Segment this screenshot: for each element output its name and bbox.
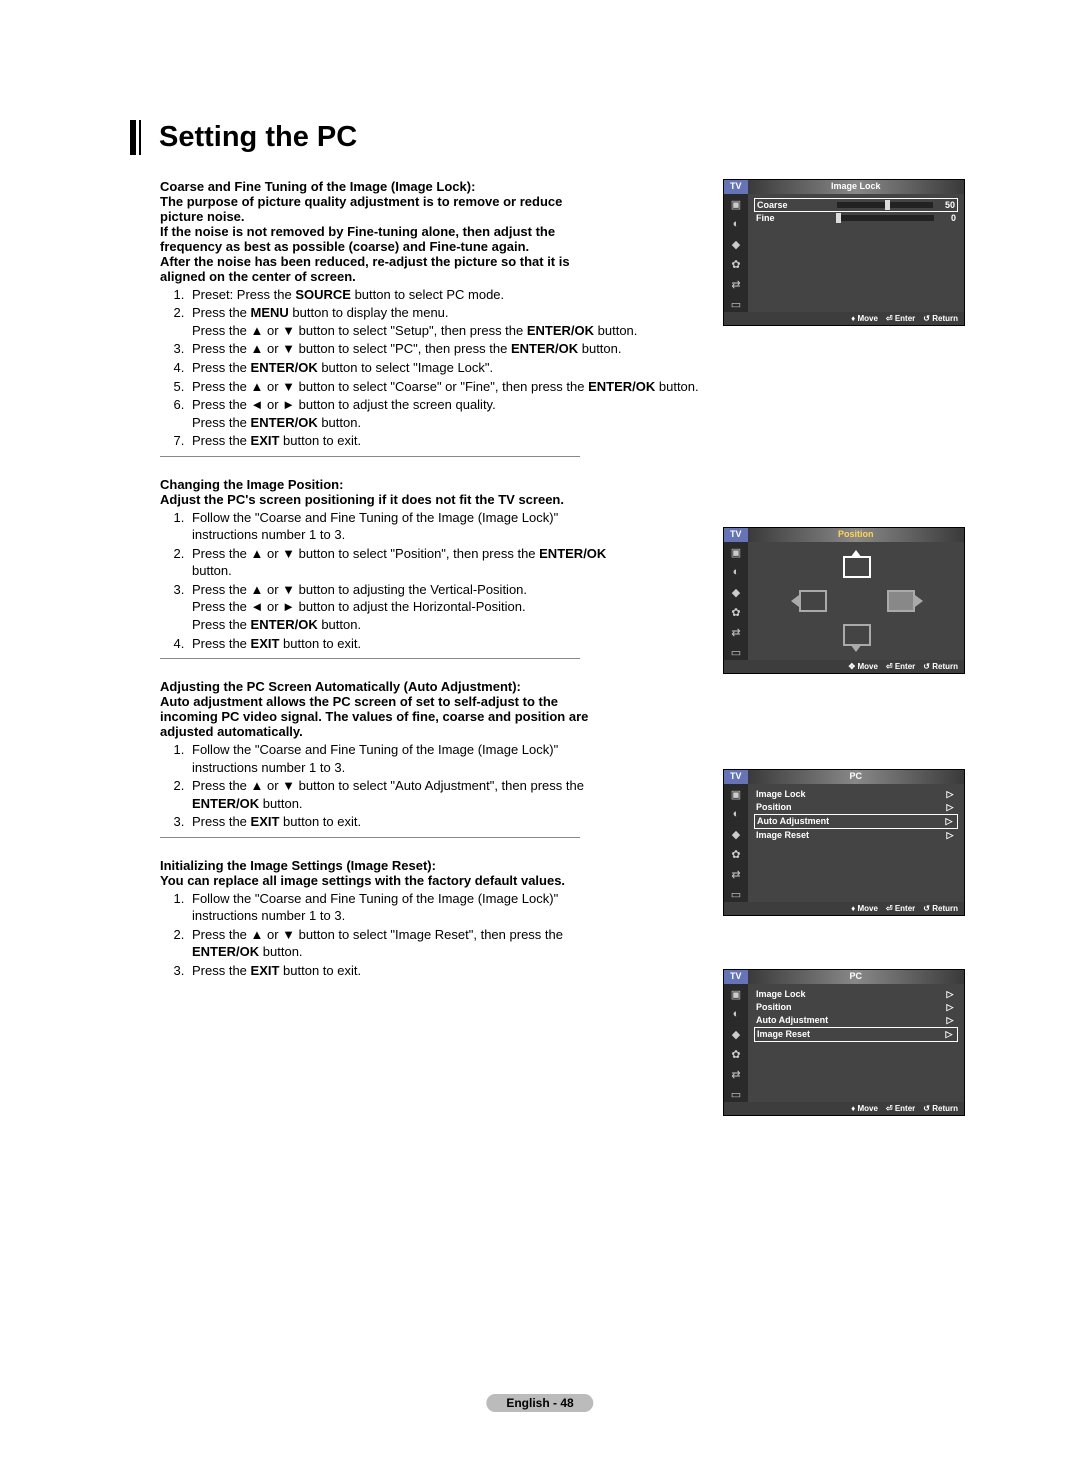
osd-return: ↺ Return	[923, 314, 958, 323]
s1-step7: Press the EXIT button to exit.	[188, 432, 888, 450]
input-icon: ⇄	[729, 626, 743, 639]
s2-step1: Follow the "Coarse and Fine Tuning of th…	[188, 509, 618, 544]
s3-step2: Press the ▲ or ▼ button to select "Auto …	[188, 777, 618, 812]
s1-step3: Press the ▲ or ▼ button to select "PC", …	[188, 340, 888, 358]
osd-position: TV Position ▣ ◐ ◆ ✿ ⇄ ▭	[723, 527, 965, 674]
input-icon: ⇄	[729, 278, 743, 291]
pc2-item-2: Auto Adjustment▷	[754, 1014, 958, 1027]
s1-step4: Press the ENTER/OK button to select "Ima…	[188, 359, 888, 377]
s3-step3: Press the EXIT button to exit.	[188, 813, 618, 831]
pc-item-0: Image Lock▷	[754, 788, 958, 801]
dm-icon: ▭	[729, 1088, 743, 1101]
s4-step3: Press the EXIT button to exit.	[188, 962, 618, 980]
pc-item-2: Auto Adjustment▷	[754, 814, 958, 829]
setup-icon: ✿	[729, 1048, 743, 1061]
osd-tv-label: TV	[724, 180, 748, 194]
osd-image-lock: TV Image Lock ▣ ◐ ◆ ✿ ⇄ ▭ Coarse 50	[723, 179, 965, 326]
picture-icon: ▣	[729, 988, 743, 1001]
channel-icon: ◆	[729, 828, 743, 841]
s2-step3: Press the ▲ or ▼ button to adjusting the…	[188, 581, 618, 634]
pc2-item-3: Image Reset▷	[754, 1027, 958, 1042]
pc-item-3: Image Reset▷	[754, 829, 958, 842]
s4-step1: Follow the "Coarse and Fine Tuning of th…	[188, 890, 618, 925]
sound-icon: ◐	[729, 218, 743, 231]
osd-pc-auto: TV PC ▣ ◐ ◆ ✿ ⇄ ▭ Image Lock▷ Position▷ …	[723, 769, 965, 916]
s3-step1: Follow the "Coarse and Fine Tuning of th…	[188, 741, 618, 776]
sound-icon: ◐	[729, 808, 743, 821]
picture-icon: ▣	[729, 198, 743, 211]
s1-step5: Press the ▲ or ▼ button to select "Coars…	[188, 378, 888, 396]
setup-icon: ✿	[729, 606, 743, 619]
dm-icon: ▭	[729, 298, 743, 311]
pc2-item-1: Position▷	[754, 1001, 958, 1014]
s4-step2: Press the ▲ or ▼ button to select "Image…	[188, 926, 618, 961]
setup-icon: ✿	[729, 258, 743, 271]
input-icon: ⇄	[729, 868, 743, 881]
dm-icon: ▭	[729, 646, 743, 659]
position-pad	[791, 550, 921, 650]
channel-icon: ◆	[729, 238, 743, 251]
setup-icon: ✿	[729, 848, 743, 861]
sound-icon: ◐	[729, 1008, 743, 1021]
s1-step6: Press the ◄ or ► button to adjust the sc…	[188, 396, 888, 431]
osd-title: Image Lock	[748, 180, 964, 194]
page-number: English - 48	[486, 1394, 593, 1412]
osd-pc-reset: TV PC ▣ ◐ ◆ ✿ ⇄ ▭ Image Lock▷ Position▷ …	[723, 969, 965, 1116]
dm-icon: ▭	[729, 888, 743, 901]
osd-enter: ⏎ Enter	[886, 314, 915, 323]
pc-item-1: Position▷	[754, 801, 958, 814]
channel-icon: ◆	[729, 586, 743, 599]
s2-step2: Press the ▲ or ▼ button to select "Posit…	[188, 545, 618, 580]
osd-row-fine: Fine 0	[754, 212, 958, 224]
picture-icon: ▣	[729, 546, 743, 559]
title-bar: Setting the PC	[130, 120, 965, 155]
section3-heading: Adjusting the PC Screen Automatically (A…	[160, 679, 590, 739]
sound-icon: ◐	[729, 566, 743, 579]
osd-move: ♦ Move	[851, 314, 878, 323]
s2-step4: Press the EXIT button to exit.	[188, 635, 618, 653]
channel-icon: ◆	[729, 1028, 743, 1041]
section4-heading: Initializing the Image Settings (Image R…	[160, 858, 590, 888]
input-icon: ⇄	[729, 1068, 743, 1081]
section1-heading: Coarse and Fine Tuning of the Image (Ima…	[160, 179, 590, 284]
osd-row-coarse: Coarse 50	[754, 198, 958, 212]
section2-heading: Changing the Image Position: Adjust the …	[160, 477, 590, 507]
pc2-item-0: Image Lock▷	[754, 988, 958, 1001]
page-title: Setting the PC	[139, 120, 965, 155]
picture-icon: ▣	[729, 788, 743, 801]
